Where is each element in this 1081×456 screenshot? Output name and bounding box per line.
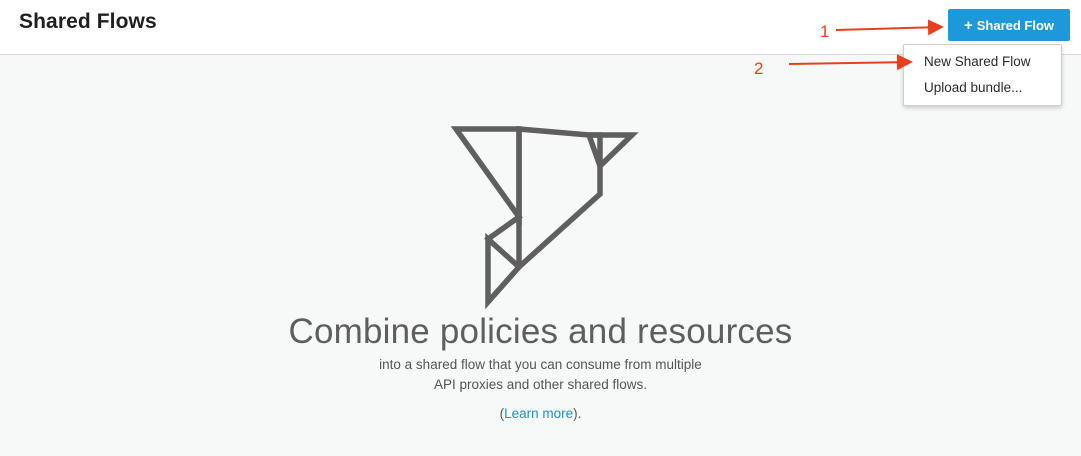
step-2-label: 2 [754, 59, 764, 78]
learn-more-suffix: ). [573, 406, 582, 421]
empty-state-description-line-1: into a shared flow that you can consume … [379, 357, 702, 372]
origami-bird-icon [450, 126, 639, 310]
empty-state-headline: Combine policies and resources [288, 312, 793, 351]
learn-more-link[interactable]: Learn more [504, 406, 573, 421]
empty-state-description-line-2: API proxies and other shared flows. [433, 377, 648, 392]
annotation-arrow-2 [788, 54, 913, 71]
learn-more-line: (Learn more). [0, 406, 1081, 421]
step-1-label: 1 [820, 22, 830, 41]
annotation-arrow-1 [835, 19, 944, 36]
